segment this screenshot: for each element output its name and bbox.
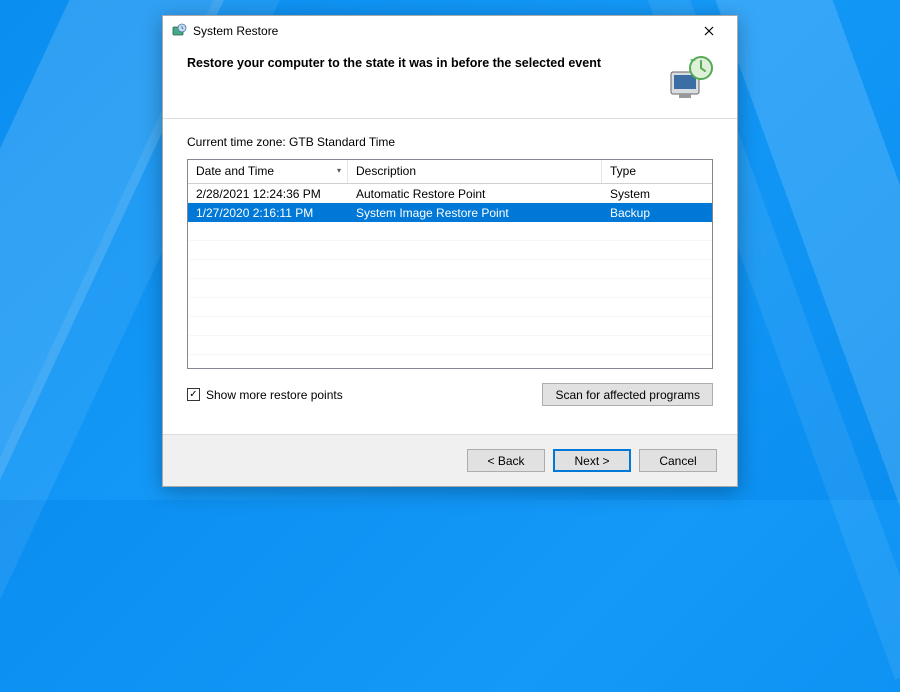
show-more-checkbox[interactable]: ✓ Show more restore points [187,388,343,402]
next-button[interactable]: Next > [553,449,631,472]
restore-points-grid: Date and Time ▾ Description Type 2/28/20… [187,159,713,369]
grid-header: Date and Time ▾ Description Type [188,160,712,184]
table-row[interactable]: 2/28/2021 12:24:36 PMAutomatic Restore P… [188,184,712,203]
sort-desc-icon: ▾ [337,166,341,175]
column-header-type-label: Type [610,164,636,178]
wizard-header: Restore your computer to the state it wa… [163,46,737,119]
column-header-description[interactable]: Description [348,160,602,183]
wizard-footer: < Back Next > Cancel [163,434,737,486]
column-header-date[interactable]: Date and Time ▾ [188,160,348,183]
timezone-label: Current time zone: GTB Standard Time [187,135,713,149]
cell-date: 2/28/2021 12:24:36 PM [188,185,348,203]
titlebar: System Restore [163,16,737,46]
window-title: System Restore [193,24,278,38]
scan-affected-button[interactable]: Scan for affected programs [542,383,713,406]
cell-description: Automatic Restore Point [348,185,602,203]
cell-description: System Image Restore Point [348,204,602,222]
checkbox-icon: ✓ [187,388,200,401]
back-button[interactable]: < Back [467,449,545,472]
column-header-type[interactable]: Type [602,160,712,183]
system-restore-dialog: System Restore Restore your computer to … [162,15,738,487]
table-row[interactable]: 1/27/2020 2:16:11 PMSystem Image Restore… [188,203,712,222]
column-header-description-label: Description [356,164,416,178]
show-more-label: Show more restore points [206,388,343,402]
restore-large-icon [665,54,713,102]
wizard-heading: Restore your computer to the state it wa… [187,54,653,70]
options-row: ✓ Show more restore points Scan for affe… [187,383,713,406]
cell-type: Backup [602,204,712,222]
close-button[interactable] [689,17,729,45]
column-header-date-label: Date and Time [196,164,274,178]
system-restore-icon [171,23,187,39]
grid-body: 2/28/2021 12:24:36 PMAutomatic Restore P… [188,184,712,368]
wizard-content: Current time zone: GTB Standard Time Dat… [163,119,737,434]
cell-type: System [602,185,712,203]
cell-date: 1/27/2020 2:16:11 PM [188,204,348,222]
cancel-button[interactable]: Cancel [639,449,717,472]
